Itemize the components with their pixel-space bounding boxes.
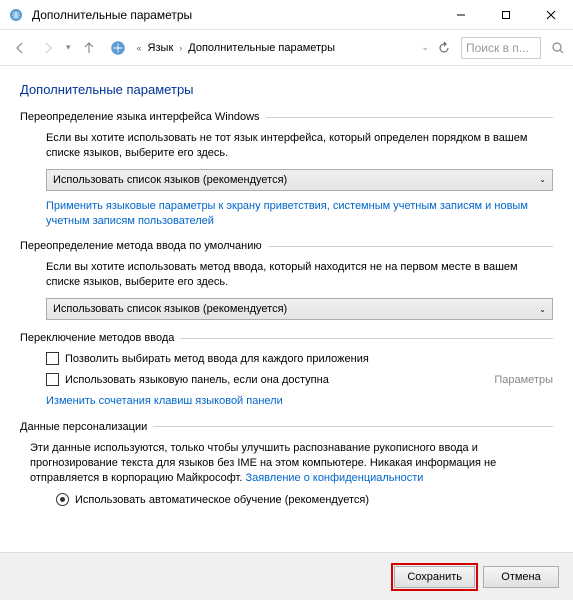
breadcrumb-lang[interactable]: Язык [148, 42, 174, 54]
privacy-link[interactable]: Заявление о конфиденциальности [245, 472, 423, 484]
breadcrumb: « Язык › Дополнительные параметры [105, 39, 416, 57]
forward-button[interactable] [36, 36, 60, 60]
minimize-button[interactable] [438, 0, 483, 29]
close-button[interactable] [528, 0, 573, 29]
window-title: Дополнительные параметры [32, 8, 438, 22]
chevron-icon: « [137, 43, 142, 53]
cancel-button[interactable]: Отмена [483, 566, 559, 588]
per-app-checkbox[interactable] [46, 352, 59, 365]
language-icon [8, 7, 24, 23]
ui-language-dropdown[interactable]: Использовать список языков (рекомендуетс… [46, 169, 553, 191]
section-desc: Если вы хотите использовать не тот язык … [46, 131, 553, 161]
language-bar-checkbox[interactable] [46, 373, 59, 386]
auto-learning-radio[interactable] [56, 493, 69, 506]
navbar: ▾ « Язык › Дополнительные параметры ⌄ По… [0, 30, 573, 66]
hotkeys-link[interactable]: Изменить сочетания клавиш языковой панел… [46, 394, 553, 409]
up-button[interactable] [77, 36, 101, 60]
chevron-down-icon: ⌄ [539, 175, 546, 184]
section-desc: Если вы хотите использовать метод ввода,… [46, 260, 553, 290]
apply-welcome-link[interactable]: Применить языковые параметры к экрану пр… [46, 199, 553, 229]
refresh-button[interactable] [437, 41, 451, 55]
page-title: Дополнительные параметры [20, 82, 553, 97]
params-button[interactable]: Параметры [494, 374, 553, 386]
section-input-method: Переопределение метода ввода по умолчани… [20, 240, 553, 320]
section-header: Данные персонализации [20, 421, 147, 433]
section-personalization: Данные персонализации Эти данные использ… [20, 421, 553, 507]
search-input[interactable]: Поиск в п... [461, 37, 541, 59]
titlebar: Дополнительные параметры [0, 0, 573, 30]
section-desc: Эти данные используются, только чтобы ул… [30, 441, 553, 486]
footer: Сохранить Отмена [0, 552, 573, 600]
titlebar-controls [438, 0, 573, 29]
recent-dropdown[interactable]: ▾ [64, 42, 73, 53]
section-ui-language: Переопределение языка интерфейса Windows… [20, 111, 553, 228]
search-icon[interactable] [551, 41, 565, 55]
language-icon [109, 39, 127, 57]
content-area: Дополнительные параметры Переопределение… [0, 66, 573, 552]
maximize-button[interactable] [483, 0, 528, 29]
chevron-right-icon: › [179, 43, 182, 53]
checkbox-label: Позволить выбирать метод ввода для каждо… [65, 353, 369, 365]
input-method-dropdown[interactable]: Использовать список языков (рекомендуетс… [46, 298, 553, 320]
chevron-down-icon: ⌄ [539, 305, 546, 314]
back-button[interactable] [8, 36, 32, 60]
checkbox-label: Использовать языковую панель, если она д… [65, 374, 329, 386]
radio-label: Использовать автоматическое обучение (ре… [75, 494, 369, 506]
address-dropdown[interactable]: ⌄ [419, 42, 431, 53]
section-header: Переключение методов ввода [20, 332, 174, 344]
section-switching: Переключение методов ввода Позволить выб… [20, 332, 553, 409]
section-header: Переопределение метода ввода по умолчани… [20, 240, 262, 252]
save-button[interactable]: Сохранить [394, 566, 475, 588]
breadcrumb-current[interactable]: Дополнительные параметры [188, 42, 335, 54]
section-header: Переопределение языка интерфейса Windows [20, 111, 260, 123]
